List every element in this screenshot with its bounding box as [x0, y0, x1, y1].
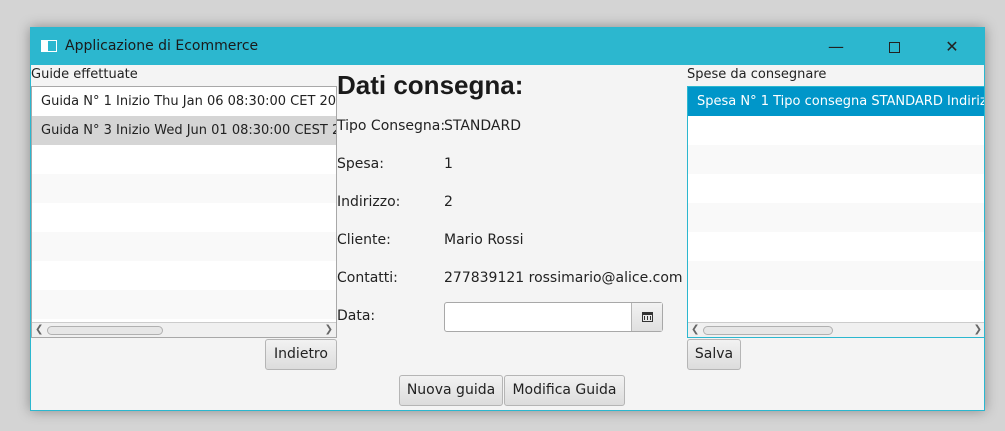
empty-row: [32, 174, 336, 203]
back-button[interactable]: Indietro: [265, 339, 337, 370]
page-title: Dati consegna:: [337, 70, 524, 100]
delivery-type-label: Tipo Consegna:: [337, 118, 446, 134]
empty-row: [32, 232, 336, 261]
scroll-thumb[interactable]: [703, 326, 833, 335]
empty-row: [688, 203, 984, 232]
maximize-icon: [888, 42, 900, 53]
minimize-button[interactable]: —: [813, 28, 859, 65]
scroll-thumb[interactable]: [47, 326, 163, 335]
maximize-button[interactable]: [871, 28, 917, 65]
customer-label: Cliente:: [337, 232, 391, 248]
guides-list[interactable]: Guida N° 1 Inizio Thu Jan 06 08:30:00 CE…: [31, 86, 337, 338]
contacts-label: Contatti:: [337, 270, 398, 286]
empty-row: [688, 174, 984, 203]
address-value: 2: [444, 194, 453, 210]
horizontal-scrollbar[interactable]: ❮ ❯: [688, 322, 984, 337]
window-title: Applicazione di Ecommerce: [65, 38, 259, 54]
list-item[interactable]: Spesa N° 1 Tipo consegna STANDARD Indiri…: [688, 87, 984, 116]
save-button[interactable]: Salva: [687, 339, 741, 370]
contacts-value: 277839121 rossimario@alice.com: [444, 270, 683, 286]
delivery-type-value: STANDARD: [444, 118, 522, 134]
main-window: Applicazione di Ecommerce — ✕ Guide effe…: [30, 27, 985, 411]
shopping-value: 1: [444, 156, 453, 172]
customer-value: Mario Rossi: [444, 232, 524, 248]
close-button[interactable]: ✕: [929, 28, 975, 65]
list-item[interactable]: Guida N° 1 Inizio Thu Jan 06 08:30:00 CE…: [32, 87, 336, 116]
scroll-left-icon[interactable]: ❮: [691, 323, 699, 337]
deliveries-label: Spese da consegnare: [687, 67, 827, 82]
edit-guide-button[interactable]: Modifica Guida: [504, 375, 625, 406]
scroll-right-icon[interactable]: ❯: [325, 323, 333, 337]
calendar-icon: [642, 312, 653, 322]
date-label: Data:: [337, 308, 376, 324]
empty-row: [32, 290, 336, 319]
empty-row: [688, 116, 984, 145]
horizontal-scrollbar[interactable]: ❮ ❯: [32, 322, 336, 337]
deliveries-list[interactable]: Spesa N° 1 Tipo consegna STANDARD Indiri…: [687, 86, 984, 338]
guides-label: Guide effettuate: [31, 67, 138, 82]
scroll-right-icon[interactable]: ❯: [974, 323, 982, 337]
empty-row: [32, 145, 336, 174]
new-guide-button[interactable]: Nuova guida: [399, 375, 503, 406]
empty-row: [688, 290, 984, 319]
address-label: Indirizzo:: [337, 194, 401, 210]
calendar-button[interactable]: [631, 303, 662, 331]
empty-row: [688, 232, 984, 261]
scroll-left-icon[interactable]: ❮: [35, 323, 43, 337]
empty-row: [688, 261, 984, 290]
empty-row: [688, 145, 984, 174]
date-input[interactable]: [445, 303, 631, 331]
date-picker[interactable]: [444, 302, 663, 332]
list-item[interactable]: Guida N° 3 Inizio Wed Jun 01 08:30:00 CE…: [32, 116, 336, 145]
empty-row: [32, 261, 336, 290]
title-bar[interactable]: Applicazione di Ecommerce — ✕: [31, 28, 984, 65]
shopping-label: Spesa:: [337, 156, 384, 172]
app-window-icon: [41, 40, 57, 52]
empty-row: [32, 203, 336, 232]
